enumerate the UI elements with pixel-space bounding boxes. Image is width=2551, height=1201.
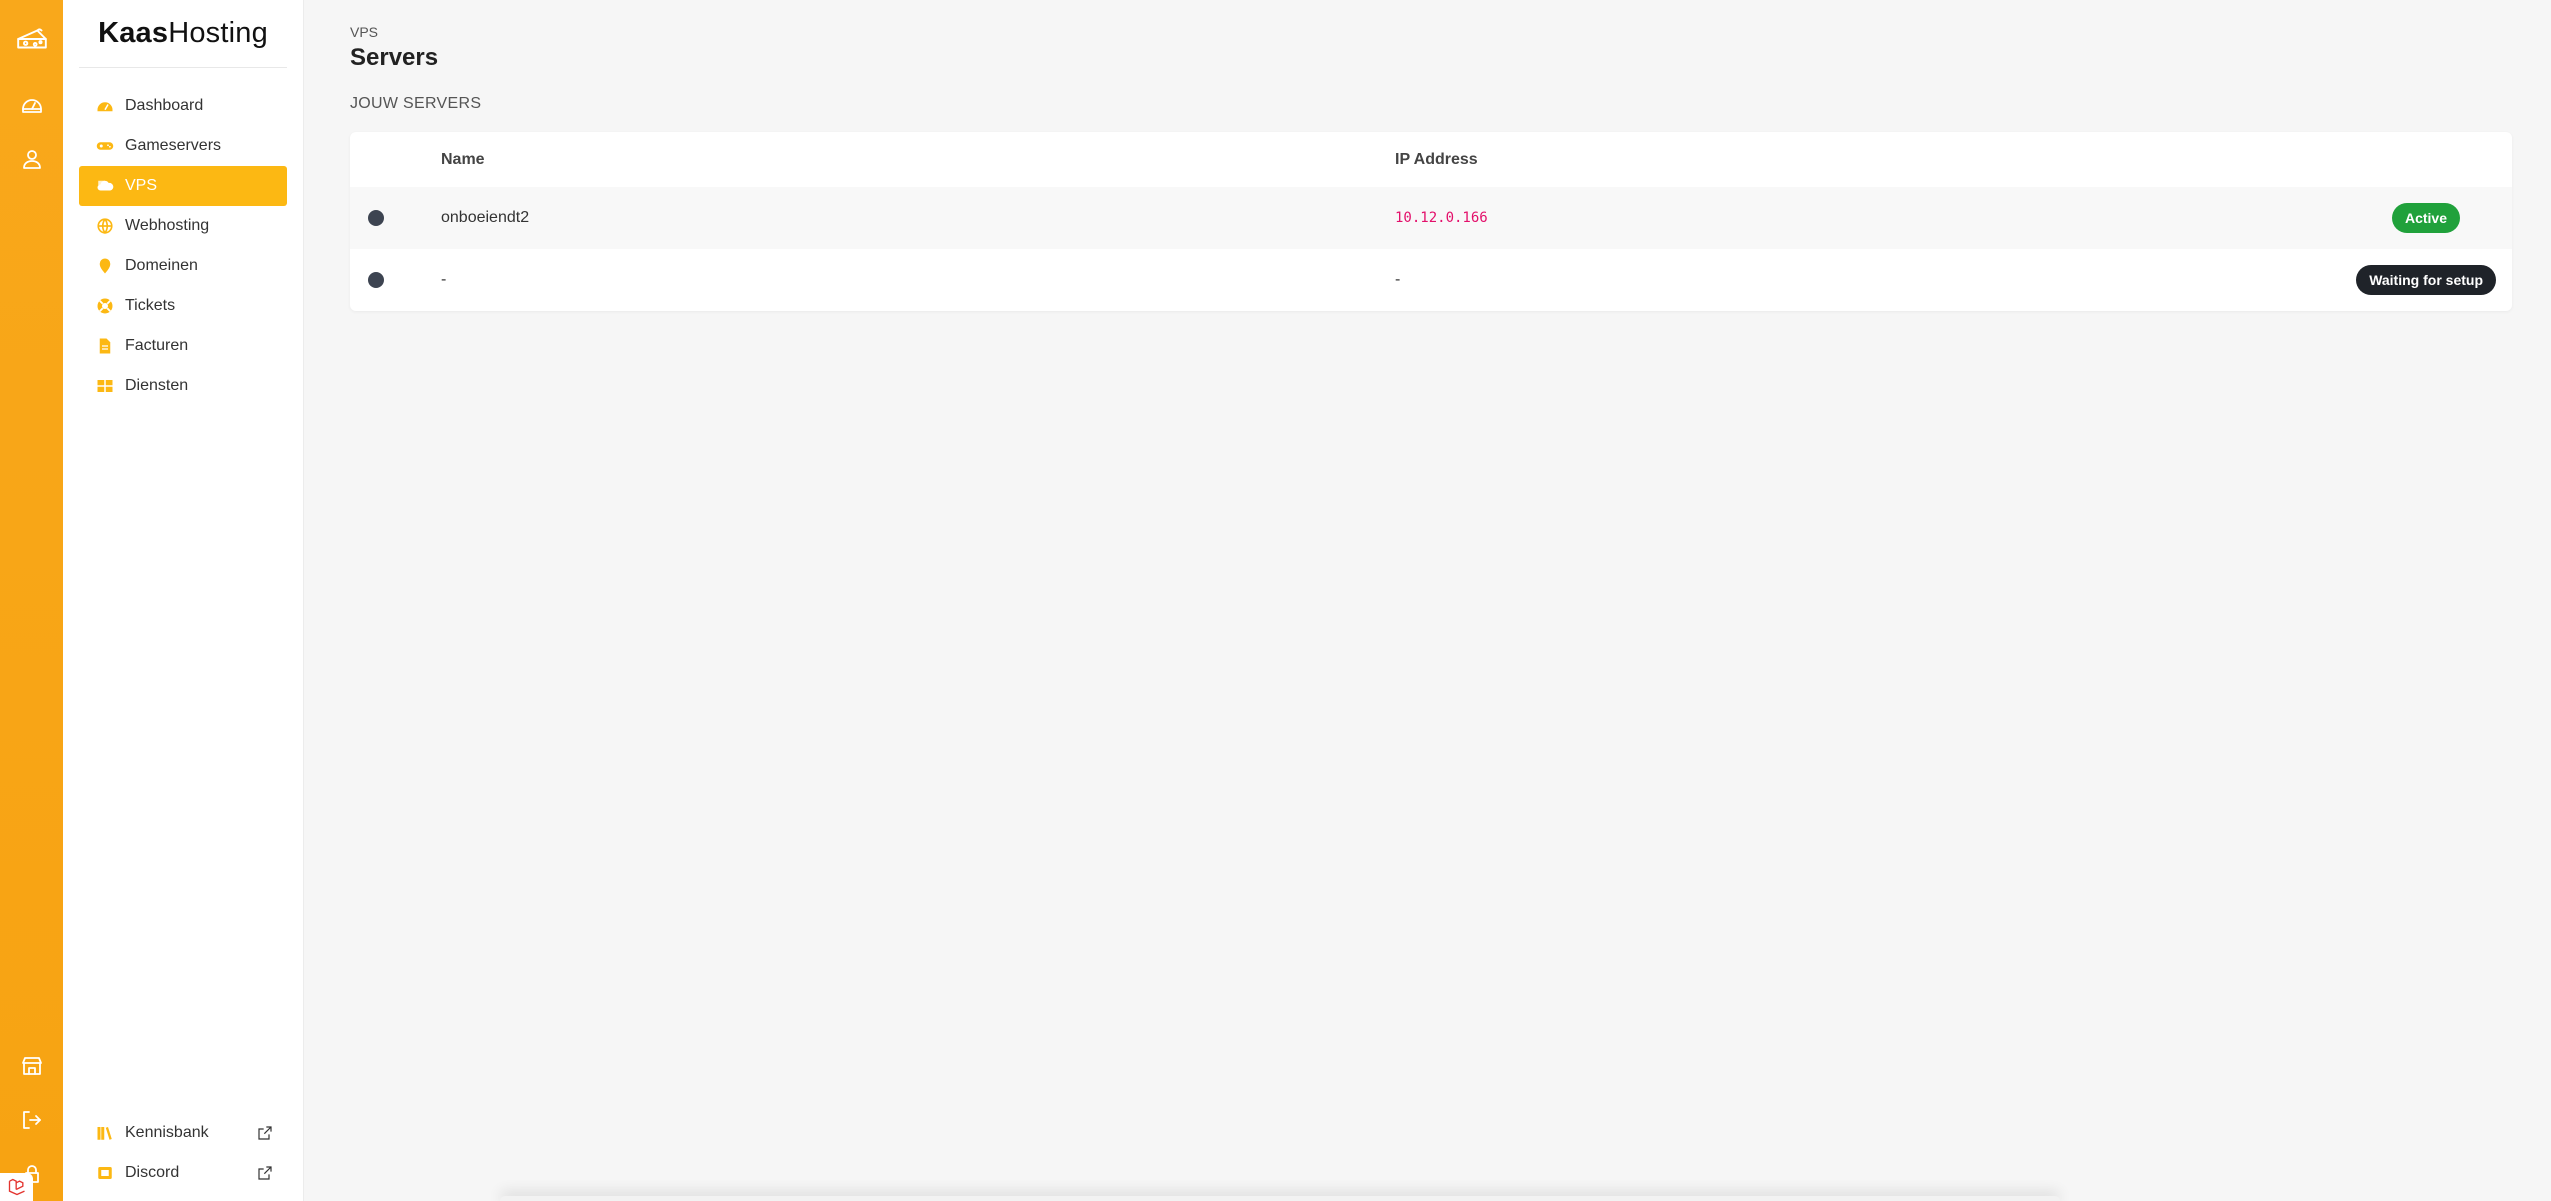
laravel-logo-icon[interactable] bbox=[0, 1173, 33, 1201]
sidebar-item-kennisbank[interactable]: Kennisbank bbox=[79, 1113, 287, 1153]
sidebar-item-webhosting[interactable]: Webhosting bbox=[79, 206, 287, 246]
external-link-icon bbox=[257, 1165, 273, 1181]
sidebar-item-label: Discord bbox=[125, 1164, 180, 1181]
globe-icon bbox=[95, 216, 115, 236]
brand-light: Hosting bbox=[168, 17, 268, 49]
sidebar-item-facturen[interactable]: Facturen bbox=[79, 326, 287, 366]
sidebar-item-label: VPS bbox=[125, 177, 158, 194]
brand-logo[interactable]: Kaas Hosting bbox=[79, 0, 287, 68]
footer-shadow bbox=[500, 1196, 2060, 1201]
external-link-icon bbox=[257, 1125, 273, 1141]
breadcrumb[interactable]: VPS bbox=[350, 24, 378, 40]
sidebar-nav: Dashboard Gameservers VPS Webhosting Dom… bbox=[63, 86, 303, 406]
servers-table: Name IP Address onboeiendt2 10.12.0.166 … bbox=[350, 132, 2512, 311]
brand-bold: Kaas bbox=[98, 17, 169, 49]
sidebar-item-label: Domeinen bbox=[125, 257, 198, 274]
user-icon[interactable] bbox=[0, 132, 63, 186]
status-badge: Active bbox=[2391, 203, 2460, 233]
sidebar-bottom-nav: Kennisbank Discord bbox=[79, 1113, 287, 1193]
sidebar-item-domeinen[interactable]: Domeinen bbox=[79, 246, 287, 286]
status-dot bbox=[367, 272, 384, 288]
sidebar-item-label: Kennisbank bbox=[125, 1124, 209, 1141]
section-label: JOUW SERVERS bbox=[350, 95, 482, 112]
map-pin-icon bbox=[95, 256, 115, 276]
sidebar: Kaas Hosting Dashboard Gameservers VPS We… bbox=[63, 0, 304, 1201]
icon-rail bbox=[0, 0, 63, 1201]
sidebar-item-label: Webhosting bbox=[125, 217, 210, 234]
sidebar-item-label: Diensten bbox=[125, 377, 189, 394]
status-dot bbox=[367, 210, 384, 226]
table-row[interactable]: onboeiendt2 10.12.0.166 Active bbox=[350, 187, 2512, 249]
file-icon bbox=[95, 336, 115, 356]
server-name: onboeiendt2 bbox=[441, 209, 530, 226]
status-badge: Waiting for setup bbox=[2356, 265, 2496, 295]
lifebuoy-icon bbox=[95, 296, 115, 316]
sidebar-item-discord[interactable]: Discord bbox=[79, 1153, 287, 1193]
sidebar-item-label: Dashboard bbox=[125, 97, 204, 114]
gamepad-icon bbox=[95, 136, 115, 156]
table-header: Name IP Address bbox=[350, 132, 2512, 187]
gauge-icon[interactable] bbox=[0, 78, 63, 132]
gauge-icon bbox=[95, 96, 115, 116]
store-icon[interactable] bbox=[0, 1039, 63, 1093]
sidebar-item-dashboard[interactable]: Dashboard bbox=[79, 86, 287, 126]
server-ip: - bbox=[1395, 271, 1401, 288]
sidebar-item-label: Gameservers bbox=[125, 137, 222, 154]
table-row[interactable]: - - Waiting for setup bbox=[350, 249, 2512, 311]
server-name: - bbox=[441, 271, 447, 288]
cloud-icon bbox=[95, 176, 115, 196]
sidebar-item-tickets[interactable]: Tickets bbox=[79, 286, 287, 326]
sidebar-item-label: Facturen bbox=[125, 337, 189, 354]
page-title: Servers bbox=[350, 44, 439, 71]
server-ip: 10.12.0.166 bbox=[1395, 210, 1488, 226]
column-header-name: Name bbox=[441, 150, 485, 168]
cheese-logo-icon[interactable] bbox=[0, 0, 63, 78]
discord-icon bbox=[95, 1163, 115, 1183]
books-icon bbox=[95, 1123, 115, 1143]
sidebar-item-diensten[interactable]: Diensten bbox=[79, 366, 287, 406]
logout-icon[interactable] bbox=[0, 1093, 63, 1147]
column-header-ip: IP Address bbox=[1395, 150, 1478, 168]
sidebar-item-gameservers[interactable]: Gameservers bbox=[79, 126, 287, 166]
sidebar-item-label: Tickets bbox=[125, 297, 176, 314]
sidebar-item-vps[interactable]: VPS bbox=[79, 166, 287, 206]
grid-icon bbox=[95, 376, 115, 396]
